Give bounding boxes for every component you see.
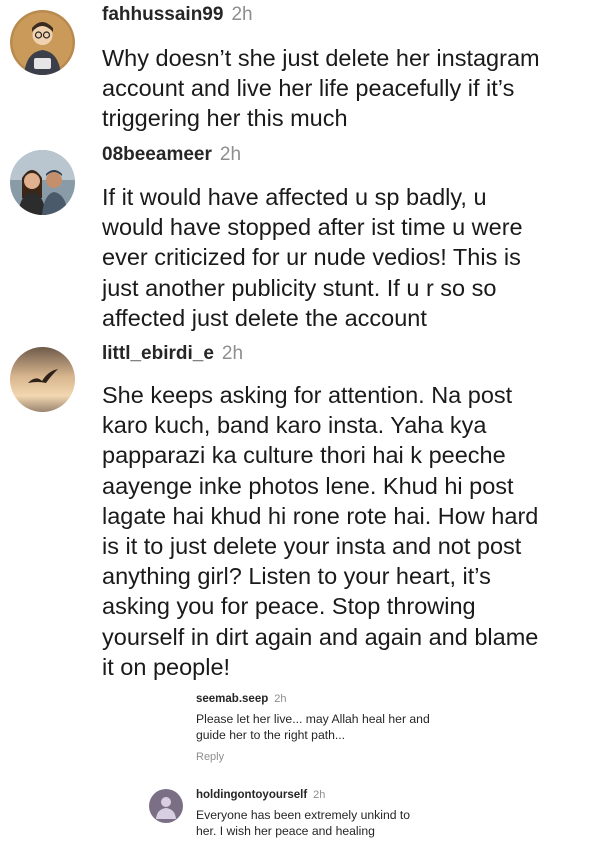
avatar[interactable] [10,347,75,412]
avatar[interactable] [10,10,75,75]
username[interactable]: littl_ebirdi_e [102,343,214,364]
avatar-illustration-image [10,10,75,75]
username[interactable]: holdingontoyourself [196,789,307,801]
timestamp: 2h [274,693,287,705]
avatar[interactable] [149,789,183,823]
username[interactable]: fahhussain99 [102,4,223,25]
timestamp: 2h [313,789,326,801]
reply-text: Everyone has been extremely unkind to he… [196,808,411,838]
reply-button[interactable]: Reply [196,751,224,763]
avatar-illustration-image [149,789,183,823]
comment-text: Why doesn’t she just delete her instagra… [102,45,540,132]
reply-text: Please let her live... may Allah heal he… [196,712,430,742]
timestamp: 2h [219,144,242,165]
timestamp: 2h [231,4,253,25]
timestamp: 2h [221,343,244,364]
comment-text: She keeps asking for attention. Na post … [102,382,539,680]
avatar[interactable] [10,150,75,215]
username[interactable]: 08beeameer [102,144,212,165]
avatar-sunset-bird-image [10,347,75,412]
avatar-photo-couple-image [10,150,75,215]
username[interactable]: seemab.seep [196,693,268,705]
comment-text: If it would have affected u sp badly, u … [102,184,523,331]
